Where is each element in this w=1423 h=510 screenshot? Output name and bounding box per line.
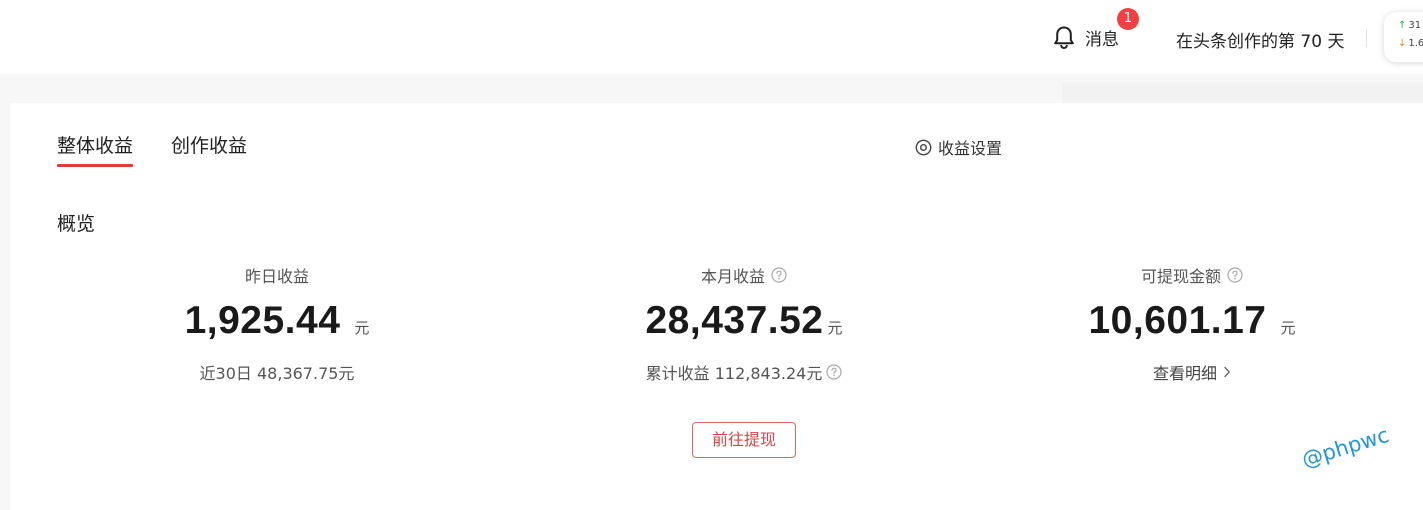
creation-days-text: 在头条创作的第 70 天 bbox=[1176, 32, 1345, 52]
total-earnings: 累计收益 112,843.24元 bbox=[524, 360, 964, 384]
month-value: 28,437.52 bbox=[645, 299, 824, 342]
yesterday-unit: 元 bbox=[354, 319, 370, 337]
last-30-days-text: 近30日 48,367.75元 bbox=[199, 364, 355, 383]
tab-creation-earnings[interactable]: 创作收益 bbox=[171, 131, 247, 158]
view-details-link[interactable]: 查看明细 bbox=[972, 360, 1412, 384]
stats-mini-card[interactable]: ↑ 31 ↓ 1.6 bbox=[1384, 12, 1423, 62]
withdrawable-title-text: 可提现金额 bbox=[1140, 267, 1221, 286]
settings-label: 收益设置 bbox=[938, 139, 1003, 158]
yesterday-value: 1,925.44 bbox=[184, 299, 341, 342]
earnings-settings-link[interactable]: 收益设置 bbox=[915, 135, 1002, 159]
withdrawable-amount: 10,601.17 元 bbox=[972, 299, 1412, 343]
chevron-right-icon bbox=[1223, 366, 1231, 378]
month-unit: 元 bbox=[827, 319, 843, 337]
active-tab-indicator bbox=[57, 164, 133, 167]
stat-up-value: 31 bbox=[1408, 20, 1422, 31]
stat-down-row: ↓ 1.6 bbox=[1398, 38, 1423, 50]
stat-up-row: ↑ 31 bbox=[1398, 20, 1421, 32]
month-title-text: 本月收益 bbox=[700, 267, 765, 286]
top-header: 消息 1 在头条创作的第 70 天 ↑ 31 ↓ 1.6 bbox=[0, 0, 1423, 74]
withdraw-button[interactable]: 前往提现 bbox=[692, 422, 796, 458]
overview-title: 概览 bbox=[57, 213, 96, 235]
message-count-badge: 1 bbox=[1117, 8, 1139, 30]
stat-down-value: 1.6 bbox=[1408, 38, 1423, 49]
earnings-card: 整体收益 创作收益 收益设置 概览 昨日收益 1,925.44 元 近30日 4… bbox=[10, 103, 1423, 510]
arrow-up-icon: ↑ bbox=[1398, 20, 1407, 31]
help-icon[interactable] bbox=[771, 267, 787, 283]
view-details-text[interactable]: 查看明细 bbox=[1153, 360, 1217, 384]
arrow-down-icon: ↓ bbox=[1398, 38, 1407, 49]
withdrawable-title: 可提现金额 bbox=[972, 263, 1412, 287]
messages-button[interactable]: 消息 1 bbox=[1051, 8, 1139, 50]
header-divider bbox=[1366, 29, 1367, 47]
month-earnings-amount: 28,437.52 元 bbox=[524, 299, 964, 343]
help-icon[interactable] bbox=[1227, 267, 1243, 283]
settings-icon bbox=[915, 139, 932, 155]
total-earnings-text: 累计收益 112,843.24元 bbox=[645, 364, 823, 383]
withdrawable-value: 10,601.17 bbox=[1088, 299, 1267, 342]
yesterday-title-text: 昨日收益 bbox=[244, 267, 309, 286]
help-icon[interactable] bbox=[826, 364, 842, 380]
messages-label: 消息 bbox=[1085, 29, 1119, 50]
withdrawable-unit: 元 bbox=[1280, 319, 1296, 337]
tab-overall-earnings[interactable]: 整体收益 bbox=[57, 131, 133, 158]
yesterday-earnings-title: 昨日收益 bbox=[57, 263, 497, 287]
month-earnings-title: 本月收益 bbox=[524, 263, 964, 287]
last-30-days-earnings: 近30日 48,367.75元 bbox=[57, 360, 497, 384]
yesterday-earnings-amount: 1,925.44 元 bbox=[57, 299, 497, 343]
bell-icon bbox=[1054, 26, 1074, 49]
